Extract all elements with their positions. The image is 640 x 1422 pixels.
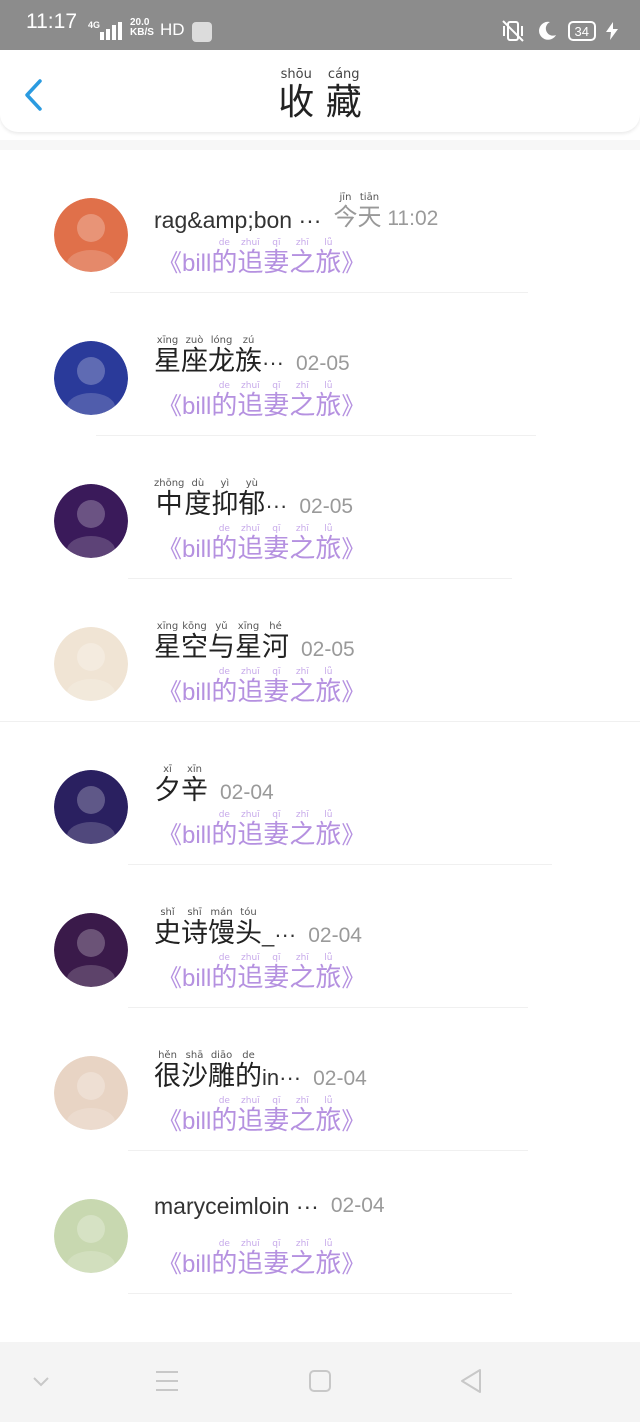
user-name: 很hěn沙shā雕diāo的dein··· xyxy=(154,1050,302,1092)
item-header: 史shǐ诗shī馒mán头tóu_··· 02-04 xyxy=(154,907,362,950)
moon-icon xyxy=(538,21,556,40)
item-header: 星xīng座zuò龙lóng族zú··· 02-05 xyxy=(154,335,350,378)
avatar[interactable] xyxy=(54,770,128,844)
network-type: 4G xyxy=(88,20,101,30)
book-title[interactable]: 《bill的de追zhuī妻qī之zhī旅lǚ》 xyxy=(158,1096,365,1137)
page-title: 收shōu 藏cáng xyxy=(0,67,640,125)
favorite-item[interactable]: 夕xī辛xīn 02-04 《bill的de追zhuī妻qī之zhī旅lǚ》 xyxy=(0,722,640,865)
user-name: 史shǐ诗shī馒mán头tóu_··· xyxy=(154,907,297,949)
favorite-item[interactable]: maryceimloin ··· 02-04 《bill的de追zhuī妻qī之zh… xyxy=(0,1151,640,1294)
system-nav-bar xyxy=(0,1342,640,1422)
book-title[interactable]: 《bill的de追zhuī妻qī之zhī旅lǚ》 xyxy=(158,810,365,851)
item-header: 很hěn沙shā雕diāo的dein··· 02-04 xyxy=(154,1050,367,1093)
user-name: maryceimloin ··· xyxy=(154,1193,319,1219)
user-name: 星xīng座zuò龙lóng族zú··· xyxy=(154,335,284,377)
user-name: 星xīng空kōng与yǔ星xīng河hé xyxy=(154,621,289,663)
menu-icon[interactable] xyxy=(154,1366,180,1396)
chevron-down-icon[interactable] xyxy=(30,1366,52,1396)
book-title[interactable]: 《bill的de追zhuī妻qī之zhī旅lǚ》 xyxy=(158,667,365,708)
item-date: 02-04 xyxy=(220,781,274,804)
back-triangle-icon[interactable] xyxy=(456,1366,486,1396)
favorite-item[interactable]: 史shǐ诗shī馒mán头tóu_··· 02-04 《bill的de追zhuī妻q… xyxy=(0,865,640,1008)
user-name: 夕xī辛xīn xyxy=(154,764,208,806)
item-header: rag&amp;bon ··· 今jīn天tiān 11:02 xyxy=(154,192,438,234)
charging-icon xyxy=(606,22,618,40)
item-header: 夕xī辛xīn 02-04 xyxy=(154,764,274,807)
book-title[interactable]: 《bill的de追zhuī妻qī之zhī旅lǚ》 xyxy=(158,238,365,279)
item-date: 02-04 xyxy=(313,1067,367,1090)
header-spacer xyxy=(0,140,640,150)
favorite-item[interactable]: rag&amp;bon ··· 今jīn天tiān 11:02 《bill的de追z… xyxy=(0,150,640,293)
avatar[interactable] xyxy=(54,341,128,415)
item-header: maryceimloin ··· 02-04 xyxy=(154,1193,385,1220)
favorite-item[interactable]: 星xīng空kōng与yǔ星xīng河hé 02-05 《bill的de追zhuī妻… xyxy=(0,579,640,722)
vibrate-mute-icon xyxy=(501,20,524,42)
item-date: 02-04 xyxy=(330,1194,385,1217)
item-header: 中zhōng度dù抑yì郁yù··· 02-05 xyxy=(154,478,353,521)
page-header: 收shōu 藏cáng xyxy=(0,50,640,132)
status-time: 11:17 xyxy=(26,10,77,33)
favorite-item[interactable]: 中zhōng度dù抑yì郁yù··· 02-05 《bill的de追zhuī妻qī之… xyxy=(0,436,640,579)
avatar[interactable] xyxy=(54,1056,128,1130)
status-bar: 11:17 4G 20.0 KB/S HD 34 xyxy=(0,0,640,50)
avatar[interactable] xyxy=(54,627,128,701)
favorite-item[interactable]: 很hěn沙shā雕diāo的dein··· 02-04 《bill的de追zhuī妻… xyxy=(0,1008,640,1151)
item-date: 02-05 xyxy=(301,638,355,661)
item-date: 02-05 xyxy=(295,352,350,375)
battery-indicator: 34 xyxy=(567,21,596,41)
app-notification-icon xyxy=(192,22,212,42)
book-title[interactable]: 《bill的de追zhuī妻qī之zhī旅lǚ》 xyxy=(158,953,365,994)
user-name: rag&amp;bon ··· xyxy=(154,207,322,233)
item-date: 02-04 xyxy=(308,924,362,947)
signal-icon xyxy=(100,22,122,40)
avatar[interactable] xyxy=(54,913,128,987)
title-char: 收shōu xyxy=(278,67,315,123)
favorite-item[interactable]: 星xīng座zuò龙lóng族zú··· 02-05 《bill的de追zhuī妻q… xyxy=(0,293,640,436)
favorites-list: rag&amp;bon ··· 今jīn天tiān 11:02 《bill的de追z… xyxy=(0,150,640,1294)
network-speed: 20.0 KB/S xyxy=(130,17,154,38)
item-date: 今jīn天tiān 11:02 xyxy=(333,192,439,231)
avatar[interactable] xyxy=(54,198,128,272)
book-title[interactable]: 《bill的de追zhuī妻qī之zhī旅lǚ》 xyxy=(158,1239,365,1280)
avatar[interactable] xyxy=(54,484,128,558)
book-title[interactable]: 《bill的de追zhuī妻qī之zhī旅lǚ》 xyxy=(158,381,365,422)
user-name: 中zhōng度dù抑yì郁yù··· xyxy=(154,478,288,520)
home-square-icon[interactable] xyxy=(306,1366,334,1396)
item-header: 星xīng空kōng与yǔ星xīng河hé 02-05 xyxy=(154,621,355,664)
status-right: 34 xyxy=(500,16,618,46)
avatar[interactable] xyxy=(54,1199,128,1273)
item-date: 02-05 xyxy=(299,495,354,518)
book-title[interactable]: 《bill的de追zhuī妻qī之zhī旅lǚ》 xyxy=(158,524,365,565)
hd-indicator: HD xyxy=(160,20,185,39)
divider xyxy=(128,1293,512,1294)
title-char: 藏cáng xyxy=(325,67,362,123)
